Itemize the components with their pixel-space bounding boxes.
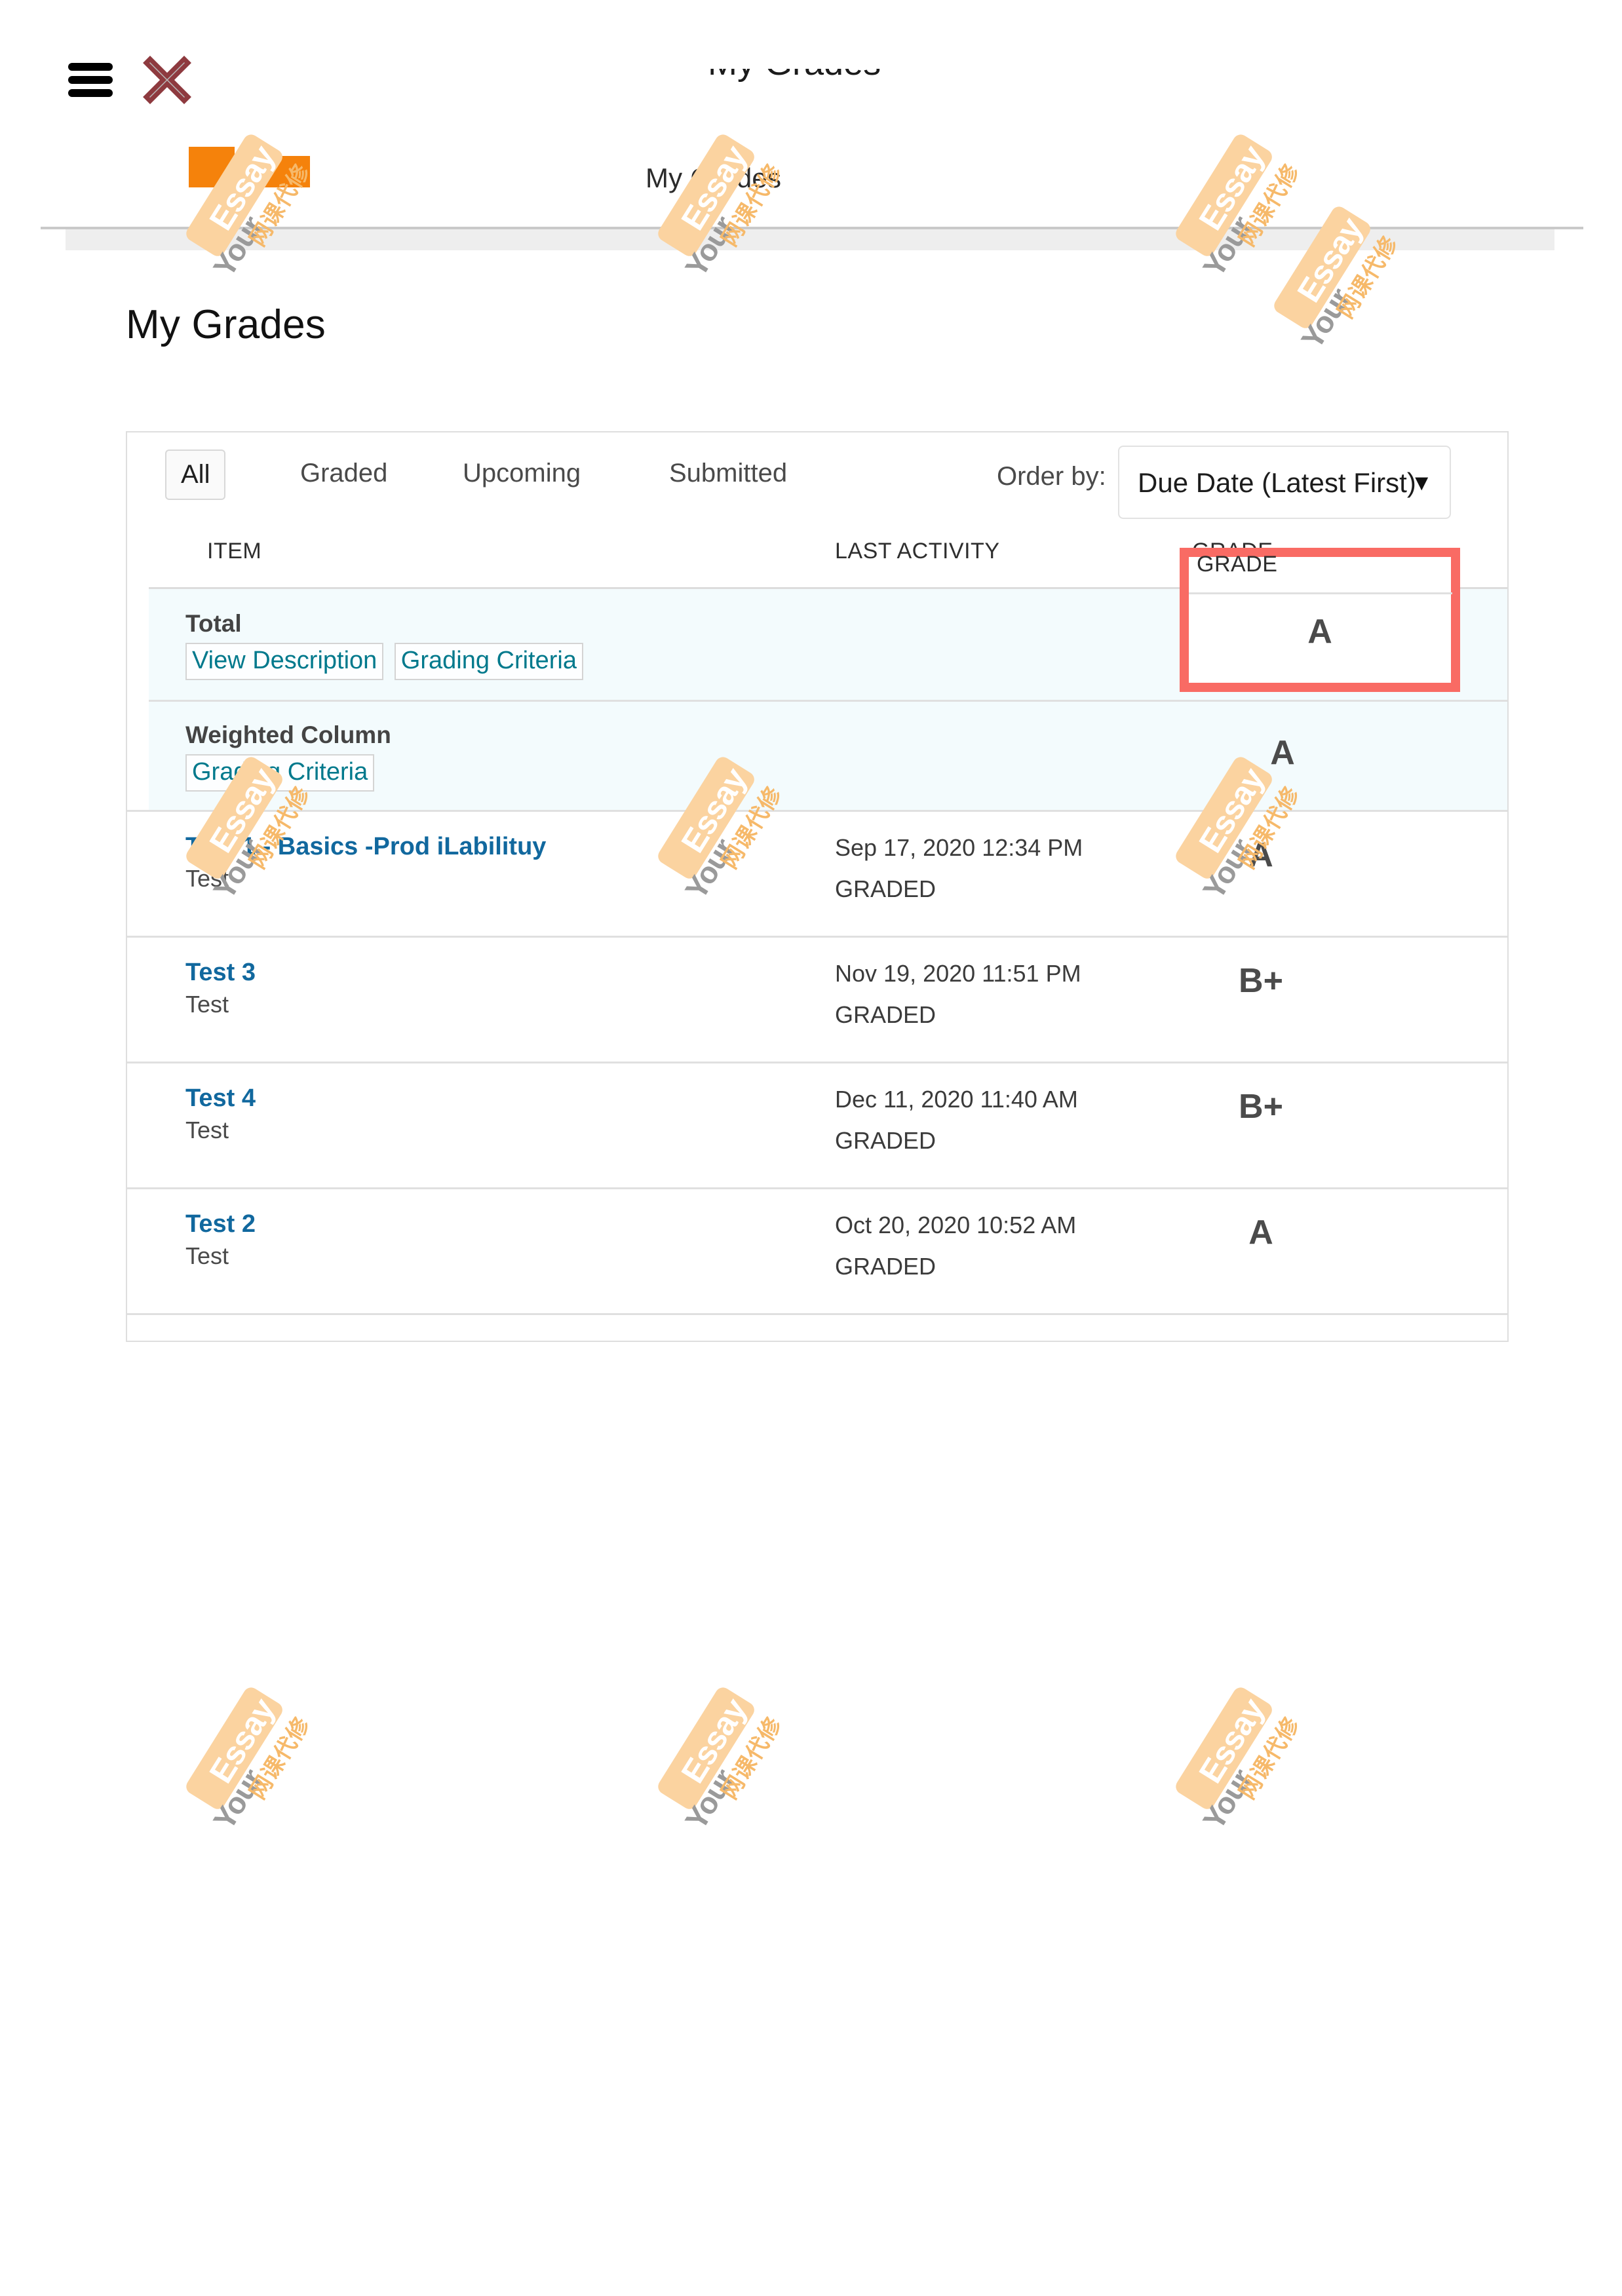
hamburger-bar	[68, 76, 113, 84]
row-grade-cell: A	[1270, 734, 1295, 772]
order-by-select[interactable]: Due Date (Latest First) ▼	[1118, 446, 1451, 519]
watermark-word-your: Your	[678, 1763, 741, 1836]
hamburger-menu-icon[interactable]	[68, 63, 113, 97]
watermark-tag	[1172, 1684, 1275, 1812]
table-row[interactable]: Test 1 - Basics -Prod iLabilituy Test Se…	[127, 810, 1507, 936]
top-bar: My Grades My Grades	[0, 0, 1622, 250]
item-name-link[interactable]: Test 2	[185, 1210, 801, 1238]
watermark: Your Essay 网课代修	[155, 1662, 363, 1870]
row-links: View Description Grading Criteria	[185, 643, 801, 680]
grade-highlight-annotation: GRADE A	[1180, 548, 1460, 692]
highlighted-grade-value: A	[1307, 613, 1332, 651]
column-header-grade-highlighted: GRADE	[1197, 552, 1278, 577]
tab-upcoming[interactable]: Upcoming	[448, 450, 595, 497]
tab-graded[interactable]: Graded	[286, 450, 402, 497]
clipped-header-text: My Grades	[708, 69, 983, 88]
row-item-cell: Test 1 - Basics -Prod iLabilituy Test	[185, 833, 801, 892]
watermark-word-cn: 网课代修	[1234, 1712, 1305, 1805]
row-grade-cell: A	[1248, 1214, 1273, 1252]
tab-all[interactable]: All	[165, 450, 226, 500]
item-name-link[interactable]: Test 4	[185, 1084, 801, 1113]
row-grade-cell: A	[1248, 836, 1273, 874]
grades-table-body: Total View Description Grading Criteria …	[127, 587, 1507, 1352]
close-x-icon[interactable]	[141, 54, 193, 106]
watermark-tag	[183, 1684, 286, 1812]
nav-tab-my-grades[interactable]: My Grades	[646, 163, 781, 194]
item-type: Test	[185, 1242, 229, 1269]
item-type: Test	[185, 991, 229, 1018]
watermark-word-your: Your	[206, 1763, 269, 1836]
item-name-link[interactable]: Test 3	[185, 959, 801, 987]
row-item-cell: Test 2 Test	[185, 1210, 801, 1270]
table-row[interactable]: Test 4 Test Dec 11, 2020 11:40 AM GRADED…	[127, 1062, 1507, 1187]
header-grey-band	[66, 229, 1554, 250]
row-links: Grading Criteria	[185, 754, 801, 792]
item-type: Test	[185, 1117, 229, 1143]
chevron-down-icon: ▼	[1410, 470, 1433, 495]
tab-submitted[interactable]: Submitted	[655, 450, 801, 497]
activity-status: GRADED	[835, 875, 937, 902]
column-header-last-activity: LAST ACTIVITY	[835, 539, 1000, 564]
table-row[interactable]: Test 2 Test Oct 20, 2020 10:52 AM GRADED…	[127, 1187, 1507, 1313]
view-description-link[interactable]: View Description	[185, 643, 384, 680]
table-footer-rule	[127, 1313, 1507, 1352]
watermark-word-cn: 网课代修	[244, 1712, 316, 1805]
table-row[interactable]: Test 3 Test Nov 19, 2020 11:51 PM GRADED…	[127, 936, 1507, 1062]
row-grade-cell: B+	[1239, 962, 1283, 1000]
grading-criteria-link[interactable]: Grading Criteria	[185, 754, 375, 792]
row-title: Weighted Column	[185, 721, 391, 748]
watermark-word-essay: Essay	[202, 1692, 282, 1789]
header-rule	[1189, 592, 1452, 594]
row-item-cell: Test 3 Test	[185, 959, 801, 1018]
watermark: Your Essay 网课代修	[627, 1662, 835, 1870]
row-item-cell: Total View Description Grading Criteria	[185, 610, 801, 680]
activity-status: GRADED	[835, 1127, 937, 1154]
orange-redaction-block	[189, 147, 310, 187]
grading-criteria-link[interactable]: Grading Criteria	[394, 643, 583, 680]
page-title: My Grades	[126, 302, 326, 347]
watermark-tag	[655, 1684, 758, 1812]
activity-status: GRADED	[835, 1253, 937, 1280]
row-item-cell: Weighted Column Grading Criteria	[185, 721, 801, 792]
hamburger-bar	[68, 89, 113, 97]
row-item-cell: Test 4 Test	[185, 1084, 801, 1144]
row-grade-cell: B+	[1239, 1088, 1283, 1126]
column-header-item: ITEM	[207, 539, 262, 564]
filter-tabs: All Graded Upcoming Submitted Order by: …	[127, 432, 1507, 541]
watermark-word-your: Your	[1196, 1763, 1259, 1836]
watermark: Your Essay 网课代修	[1145, 1662, 1353, 1870]
watermark-word-essay: Essay	[674, 1692, 754, 1789]
table-row-weighted-column[interactable]: Weighted Column Grading Criteria A	[149, 700, 1507, 810]
activity-status: GRADED	[835, 1001, 937, 1028]
watermark-word-essay: Essay	[1191, 1692, 1272, 1789]
hamburger-bar	[68, 63, 113, 71]
order-by-selected-value: Due Date (Latest First)	[1138, 467, 1416, 498]
item-name-link[interactable]: Test 1 - Basics -Prod iLabilituy	[185, 833, 801, 861]
clipped-header-label: My Grades	[708, 69, 983, 83]
watermark-word-cn: 网课代修	[716, 1712, 788, 1805]
item-type: Test	[185, 865, 229, 892]
order-by-label: Order by:	[997, 462, 1106, 491]
row-title: Total	[185, 610, 242, 637]
watermark-word-your: Your	[1294, 282, 1357, 355]
